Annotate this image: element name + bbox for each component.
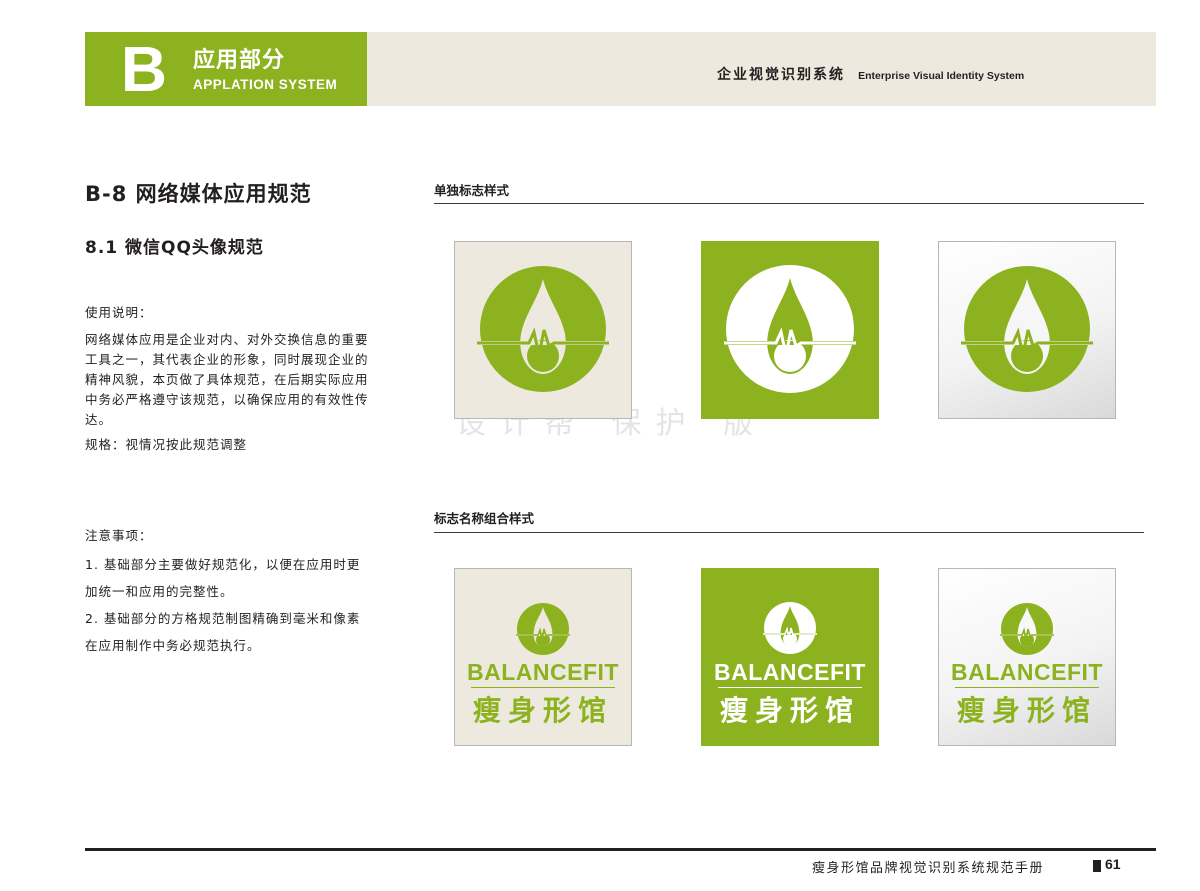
drop-logo-icon	[1000, 603, 1054, 655]
brand-underline	[955, 687, 1099, 688]
logo-tile-grey	[938, 241, 1116, 419]
brand-name-cn: 瘦身形馆	[719, 694, 860, 727]
footer-rule	[85, 848, 1156, 851]
single-logo-label: 单独标志样式	[434, 183, 510, 198]
brand-name-cn: 瘦身形馆	[956, 694, 1097, 727]
page-number: 61	[1105, 856, 1121, 872]
drop-logo-icon	[961, 266, 1093, 392]
notes-label: 注意事项：	[85, 528, 153, 543]
usage-body: 网络媒体应用是企业对内、对外交换信息的重要工具之一，其代表企业的形象，同时展现企…	[85, 332, 369, 427]
logo-tile-green	[701, 241, 879, 419]
drop-logo-icon	[477, 266, 609, 392]
combo-logo-label: 标志名称组合样式	[434, 511, 535, 526]
brand-underline	[718, 687, 862, 688]
brand-underline	[471, 687, 615, 688]
brand-name-en: BALANCEFIT	[467, 659, 619, 685]
note-item: 1. 基础部分主要做好规范化，以便在应用时更加统一和应用的完整性。	[85, 557, 361, 599]
logo-combo-tile-grey: BALANCEFIT 瘦身形馆	[938, 568, 1116, 746]
usage-label: 使用说明：	[85, 305, 153, 320]
divider	[434, 203, 1144, 204]
section-title-en: APPLATION SYSTEM	[193, 77, 338, 92]
page-subtitle: 8.1 微信QQ头像规范	[85, 238, 264, 258]
footer-title: 瘦身形馆品牌视觉识别系统规范手册	[812, 861, 1045, 876]
system-name-en: Enterprise Visual Identity System	[858, 70, 1025, 82]
divider	[434, 532, 1144, 533]
logo-tile-cream	[454, 241, 632, 419]
brand-name-en: BALANCEFIT	[951, 659, 1103, 685]
logo-combo-tile-green: BALANCEFIT 瘦身形馆	[701, 568, 879, 746]
note-item: 2. 基础部分的方格规范制图精确到毫米和像素在应用制作中务必规范执行。	[85, 611, 361, 653]
brand-name-en: BALANCEFIT	[714, 659, 866, 685]
drop-logo-icon	[724, 265, 856, 393]
drop-logo-icon	[516, 603, 570, 655]
section-title-cn: 应用部分	[193, 48, 286, 73]
page-marker-icon	[1093, 860, 1101, 872]
logo-combo-tile-cream: BALANCEFIT 瘦身形馆	[454, 568, 632, 746]
system-name-cn: 企业视觉识别系统	[717, 67, 845, 83]
spec-text: 规格：视情况按此规范调整	[85, 437, 248, 452]
section-letter: B	[120, 33, 168, 105]
system-name: 企业视觉识别系统 Enterprise Visual Identity Syst…	[717, 64, 1024, 84]
page-title: B-8 网络媒体应用规范	[85, 182, 312, 206]
drop-logo-icon	[763, 602, 817, 654]
brand-name-cn: 瘦身形馆	[472, 694, 613, 727]
